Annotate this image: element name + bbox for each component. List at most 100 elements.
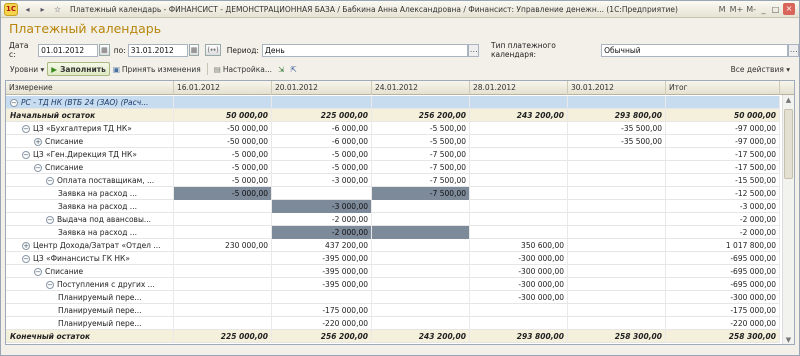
collapse-icon[interactable]: − xyxy=(46,216,54,224)
column-header[interactable]: Измерение xyxy=(6,81,174,95)
table-row[interactable]: Планируемый пере... -300 000,00 -300 000,0… xyxy=(6,291,780,304)
levels-button[interactable]: Уровни ▾ xyxy=(7,62,47,76)
value-cell[interactable]: -17 500,00 xyxy=(666,148,780,161)
table-row[interactable]: − Списание -395 000,00 -300 000,00 -695 000,… xyxy=(6,265,780,278)
row-dimension-cell[interactable]: − РС - ТД НК (ВТБ 24 (ЗАО) (Расч... xyxy=(6,96,174,109)
row-dimension-cell[interactable]: Планируемый пере... xyxy=(6,304,174,317)
value-cell[interactable]: 258 300,00 xyxy=(666,330,780,343)
memory-plus-button[interactable]: M+ xyxy=(730,5,744,14)
value-cell[interactable] xyxy=(272,291,372,304)
collapse-icon[interactable]: − xyxy=(22,125,30,133)
row-dimension-cell[interactable]: − Выдача под авансовы... xyxy=(6,213,174,226)
row-dimension-cell[interactable]: − ЦЗ «Бухгалтерия ТД НК» xyxy=(6,122,174,135)
value-cell[interactable] xyxy=(568,252,666,265)
app-logo-icon[interactable]: 1С xyxy=(4,2,18,16)
value-cell[interactable] xyxy=(372,265,470,278)
row-dimension-cell[interactable]: + Списание xyxy=(6,135,174,148)
value-cell[interactable]: -3 000,00 xyxy=(272,174,372,187)
row-dimension-cell[interactable]: Планируемый пере... xyxy=(6,317,174,330)
period-input[interactable] xyxy=(261,43,469,57)
value-cell[interactable]: -35 500,00 xyxy=(568,122,666,135)
value-cell[interactable]: -175 000,00 xyxy=(272,304,372,317)
value-cell[interactable] xyxy=(568,96,666,109)
value-cell[interactable]: -12 500,00 xyxy=(666,187,780,200)
value-cell[interactable] xyxy=(372,291,470,304)
value-cell[interactable]: -5 500,00 xyxy=(372,122,470,135)
value-cell[interactable] xyxy=(470,226,568,239)
value-cell[interactable]: 293 800,00 xyxy=(568,109,666,122)
table-row[interactable]: − Поступления с других ... -395 000,00 -300… xyxy=(6,278,780,291)
value-cell[interactable] xyxy=(470,200,568,213)
value-cell[interactable] xyxy=(174,291,272,304)
value-cell[interactable] xyxy=(568,278,666,291)
scroll-thumb[interactable] xyxy=(784,109,793,179)
value-cell[interactable] xyxy=(372,239,470,252)
value-cell[interactable]: -395 000,00 xyxy=(272,278,372,291)
column-header[interactable]: 30.01.2012 xyxy=(568,81,666,95)
value-cell[interactable] xyxy=(470,161,568,174)
value-cell[interactable]: -17 500,00 xyxy=(666,161,780,174)
table-row[interactable]: − ЦЗ «Финансисты ГК НК» -395 000,00 -300 00… xyxy=(6,252,780,265)
calendar-type-select-button[interactable]: … xyxy=(788,43,800,57)
value-cell[interactable] xyxy=(568,187,666,200)
calendar-icon[interactable]: ▦ xyxy=(99,44,110,56)
memory-minus-button[interactable]: M- xyxy=(746,5,756,14)
value-cell[interactable] xyxy=(568,200,666,213)
column-header[interactable]: 28.01.2012 xyxy=(470,81,568,95)
column-header[interactable]: 20.01.2012 xyxy=(272,81,372,95)
collapse-icon[interactable]: − xyxy=(46,177,54,185)
table-row[interactable]: Планируемый пере... -175 000,00 -175 000,0… xyxy=(6,304,780,317)
import-button[interactable]: ⇱ xyxy=(287,62,299,76)
collapse-icon[interactable]: − xyxy=(34,268,42,276)
value-cell[interactable]: 50 000,00 xyxy=(174,109,272,122)
row-dimension-cell[interactable]: − Списание xyxy=(6,161,174,174)
value-cell[interactable]: -695 000,00 xyxy=(666,265,780,278)
all-actions-button[interactable]: Все действия ▾ xyxy=(728,62,793,76)
table-row[interactable]: + Центр Дохода/Затрат «Отдел ... 230 000,0… xyxy=(6,239,780,252)
value-cell[interactable]: -220 000,00 xyxy=(666,317,780,330)
row-dimension-cell[interactable]: − Списание xyxy=(6,265,174,278)
value-cell[interactable]: -5 000,00 xyxy=(272,148,372,161)
table-row[interactable]: − Выдача под авансовы... -2 000,00 -2 000,0… xyxy=(6,213,780,226)
table-row[interactable]: Заявка на расход ... -5 000,00 -7 500,00 -1… xyxy=(6,187,780,200)
column-header[interactable]: 24.01.2012 xyxy=(372,81,470,95)
value-cell[interactable]: 243 200,00 xyxy=(470,109,568,122)
value-cell[interactable] xyxy=(568,291,666,304)
value-cell[interactable]: -50 000,00 xyxy=(174,135,272,148)
value-cell[interactable]: -2 000,00 xyxy=(666,213,780,226)
value-cell[interactable] xyxy=(174,317,272,330)
value-cell[interactable]: 256 200,00 xyxy=(372,109,470,122)
table-row[interactable]: − РС - ТД НК (ВТБ 24 (ЗАО) (Расч... xyxy=(6,96,780,109)
value-cell[interactable]: -695 000,00 xyxy=(666,278,780,291)
accept-changes-button[interactable]: ▣ Принять изменения xyxy=(110,62,204,76)
value-cell[interactable]: -175 000,00 xyxy=(666,304,780,317)
collapse-icon[interactable]: − xyxy=(46,281,54,289)
value-cell[interactable] xyxy=(372,226,470,239)
value-cell[interactable] xyxy=(372,278,470,291)
value-cell[interactable] xyxy=(174,304,272,317)
row-dimension-cell[interactable]: − ЦЗ «Ген.Дирекция ТД НК» xyxy=(6,148,174,161)
value-cell[interactable]: 225 000,00 xyxy=(272,109,372,122)
table-row[interactable]: − ЦЗ «Ген.Дирекция ТД НК» -5 000,00 -5 000,… xyxy=(6,148,780,161)
value-cell[interactable] xyxy=(470,174,568,187)
scroll-down-icon[interactable]: ▼ xyxy=(783,335,794,344)
value-cell[interactable]: -395 000,00 xyxy=(272,252,372,265)
value-cell[interactable] xyxy=(568,174,666,187)
value-cell[interactable]: -695 000,00 xyxy=(666,252,780,265)
value-cell[interactable] xyxy=(568,304,666,317)
table-row[interactable]: − ЦЗ «Бухгалтерия ТД НК» -50 000,00 -6 000,… xyxy=(6,122,780,135)
fill-button[interactable]: ▶ Заполнить xyxy=(47,62,110,76)
value-cell[interactable]: 225 000,00 xyxy=(174,330,272,343)
value-cell[interactable]: -220 000,00 xyxy=(272,317,372,330)
table-row[interactable]: − Оплата поставщикам, ... -5 000,00 -3 000,… xyxy=(6,174,780,187)
table-row[interactable]: Планируемый пере... -220 000,00 -220 000,0… xyxy=(6,317,780,330)
value-cell[interactable] xyxy=(174,200,272,213)
expand-icon[interactable]: + xyxy=(22,242,30,250)
table-row[interactable]: + Списание -50 000,00 -6 000,00 -5 500,00 -35… xyxy=(6,135,780,148)
table-row[interactable]: Заявка на расход ... -2 000,00 -2 000,00 xyxy=(6,226,780,239)
collapse-icon[interactable]: − xyxy=(22,151,30,159)
value-cell[interactable] xyxy=(568,213,666,226)
value-cell[interactable] xyxy=(272,187,372,200)
value-cell[interactable]: -2 000,00 xyxy=(272,226,372,239)
value-cell[interactable]: -300 000,00 xyxy=(470,291,568,304)
